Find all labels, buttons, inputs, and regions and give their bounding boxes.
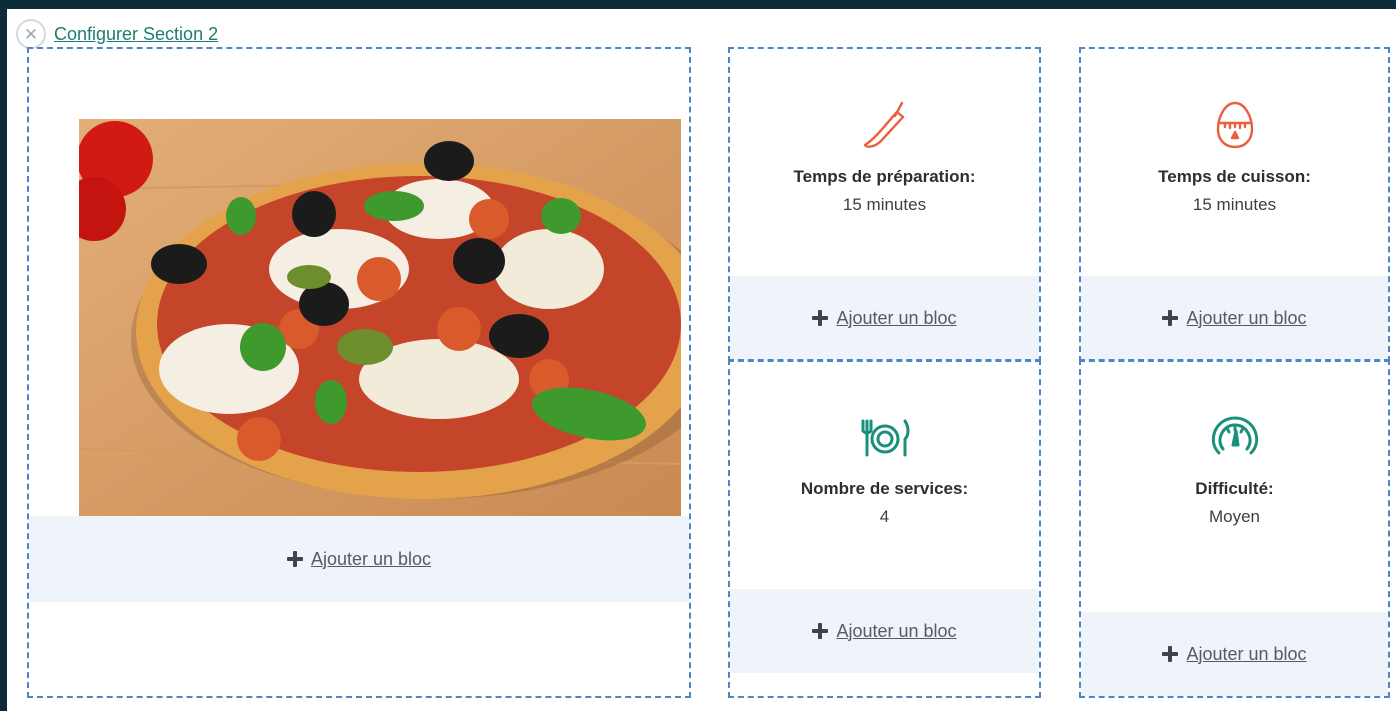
- section-editor-canvas: ✕ Configurer Section 2 Ajouter un bloc T…: [7, 9, 1396, 711]
- plus-icon: [1162, 646, 1179, 662]
- info-content: Nombre de services: 4: [730, 361, 1039, 527]
- difficulty-card: Difficulté: Moyen Ajouter un bloc: [1079, 359, 1390, 698]
- info-value: Moyen: [1208, 507, 1261, 526]
- servings-card: Nombre de services: 4 Ajouter un bloc: [728, 359, 1041, 698]
- add-block-zone[interactable]: Ajouter un bloc: [1081, 276, 1388, 360]
- section-config-bar: ✕ Configurer Section 2: [16, 19, 218, 49]
- add-block-zone[interactable]: Ajouter un bloc: [29, 516, 689, 602]
- configure-section-link[interactable]: Configurer Section 2: [54, 24, 218, 45]
- info-content: Temps de préparation: 15 minutes: [730, 49, 1039, 215]
- speedometer-icon: [1211, 416, 1258, 455]
- add-block-link[interactable]: Ajouter un bloc: [311, 549, 431, 570]
- add-block-link[interactable]: Ajouter un bloc: [836, 308, 956, 329]
- fork-plate-knife-icon: [861, 419, 909, 457]
- info-title: Difficulté:: [1195, 479, 1274, 498]
- info-title: Temps de préparation:: [793, 167, 976, 186]
- prep-time-card: Temps de préparation: 15 minutes Ajouter…: [728, 47, 1041, 362]
- cook-time-card: Temps de cuisson: 15 minutes Ajouter un …: [1079, 47, 1390, 362]
- add-block-zone[interactable]: Ajouter un bloc: [1081, 612, 1388, 696]
- plus-icon: [1162, 310, 1179, 326]
- add-block-link[interactable]: Ajouter un bloc: [1186, 308, 1306, 329]
- info-title: Nombre de services:: [800, 479, 969, 498]
- info-value: 15 minutes: [842, 195, 927, 214]
- pizza-image: [79, 119, 681, 519]
- info-content: Temps de cuisson: 15 minutes: [1081, 49, 1388, 215]
- plus-icon: [812, 623, 829, 639]
- plus-icon: [812, 310, 829, 326]
- add-block-link[interactable]: Ajouter un bloc: [836, 621, 956, 642]
- knife-icon: [863, 101, 904, 148]
- info-value: 15 minutes: [1192, 195, 1277, 214]
- info-content: Difficulté: Moyen: [1081, 361, 1388, 527]
- add-block-zone[interactable]: Ajouter un bloc: [730, 276, 1039, 360]
- plus-icon: [286, 551, 303, 567]
- egg-timer-icon: [1216, 101, 1253, 149]
- add-block-zone[interactable]: Ajouter un bloc: [730, 589, 1039, 673]
- add-block-link[interactable]: Ajouter un bloc: [1186, 644, 1306, 665]
- info-title: Temps de cuisson:: [1158, 167, 1311, 186]
- image-column: Ajouter un bloc: [27, 47, 691, 698]
- close-icon[interactable]: ✕: [16, 19, 46, 49]
- info-value: 4: [879, 507, 890, 526]
